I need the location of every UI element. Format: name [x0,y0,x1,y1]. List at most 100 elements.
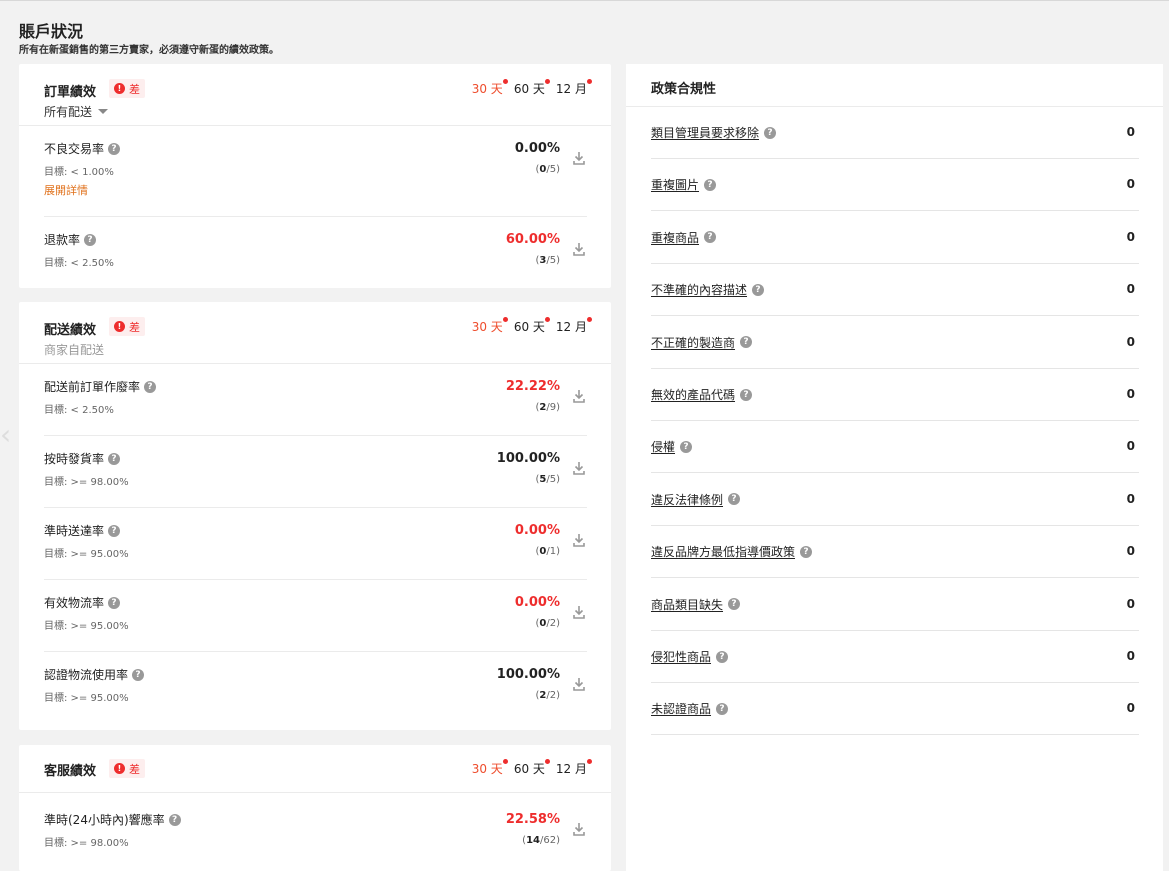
download-icon[interactable] [573,605,585,619]
notification-dot [502,79,508,84]
notification-dot [502,317,508,322]
exclamation-circle-icon: ! [114,763,125,774]
question-mark-circle-icon[interactable]: ? [716,650,729,663]
policy-name: 重複圖片? [651,176,717,193]
question-mark-circle-icon[interactable]: ? [728,598,741,611]
policy-count: 0 [1126,177,1135,192]
metric-value: 100.00% [496,667,560,682]
policy-link[interactable]: 重複圖片 [651,176,699,193]
metric-row: 認證物流使用率? 目標: >= 95.00% 100.00% (2/2) [44,652,587,724]
policy-name: 無效的產品代碼? [651,386,753,403]
metric-count: (0/5) [535,164,560,175]
shipping-performance-card: 配送績效 ! 差 商家自配送 30 天 60 天 12 月 配送前訂單作廢率? … [19,302,611,730]
download-icon[interactable] [573,677,585,691]
tab-12-months[interactable]: 12 月 [556,317,592,335]
policy-row: 商品類目缺失? 0 [651,579,1139,631]
tab-60-days[interactable]: 60 天 [513,317,550,335]
policy-name: 不準確的內容描述? [651,281,765,298]
download-icon[interactable] [573,389,585,403]
policy-count: 0 [1126,387,1135,401]
question-mark-circle-icon[interactable]: ? [132,668,145,681]
metric-value: 0.00% [514,141,560,156]
tab-60-days[interactable]: 60 天 [514,79,550,97]
question-mark-circle-icon[interactable]: ? [800,545,813,558]
metric-label: 準時(24小時內)響應率 [44,813,165,827]
fulfillment-scope: 商家自配送 [44,343,105,357]
policy-link[interactable]: 不準確的內容描述 [651,281,747,298]
policy-link[interactable]: 未認證商品 [651,700,711,717]
download-icon[interactable] [573,151,585,165]
policy-row: 類目管理員要求移除? 0 [651,107,1139,159]
metric-name: 準時送達率? [44,522,121,539]
question-mark-circle-icon[interactable]: ? [108,142,121,155]
metric-count: (2/9) [535,402,560,413]
question-mark-circle-icon[interactable]: ? [108,596,121,609]
tab-label: 60 天 [513,762,545,776]
card-header: 訂單績效 ! 差 所有配送 30 天 60 天 12 月 [19,64,611,126]
policy-name: 違反品牌方最低指導價政策? [651,543,813,560]
question-mark-circle-icon[interactable]: ? [168,813,181,826]
policy-link[interactable]: 重複商品 [651,229,699,246]
download-icon[interactable] [573,822,585,836]
count-denominator: /9 [546,402,557,413]
expand-details-link[interactable]: 展開詳情 [44,182,88,198]
question-mark-circle-icon[interactable]: ? [680,440,693,453]
question-mark-circle-icon[interactable]: ? [728,493,741,506]
notification-dot [544,79,550,84]
policy-count: 0 [1126,596,1135,611]
card-title: 訂單績效 [44,85,97,100]
tab-60-days[interactable]: 60 天 [513,759,550,777]
policy-link[interactable]: 侵權 [651,438,675,455]
download-icon[interactable] [573,242,585,256]
question-mark-circle-icon[interactable]: ? [144,380,157,393]
download-icon[interactable] [573,461,585,475]
page-title: 賬戶狀況 [19,22,84,41]
policy-row: 違反品牌方最低指導價政策? 0 [651,526,1139,579]
metric-name: 配送前訂單作廢率? [44,378,157,395]
question-mark-circle-icon[interactable]: ? [716,702,729,715]
metric-target: 目標: < 1.00% [44,167,114,178]
question-mark-circle-icon[interactable]: ? [764,126,777,139]
question-mark-circle-icon[interactable]: ? [740,388,753,401]
policy-count: 0 [1126,491,1135,506]
metric-target: 目標: >= 95.00% [44,693,129,704]
policy-row: 無效的產品代碼? 0 [651,369,1139,421]
tab-30-days[interactable]: 30 天 [472,79,508,97]
tab-30-days[interactable]: 30 天 [472,759,508,777]
question-mark-circle-icon[interactable]: ? [704,231,717,244]
question-mark-circle-icon[interactable]: ? [704,178,717,191]
tab-label: 60 天 [513,320,545,334]
policy-count: 0 [1126,544,1135,559]
policy-link[interactable]: 類目管理員要求移除 [651,124,759,141]
metric-name: 有效物流率? [44,594,121,611]
metric-target: 目標: >= 98.00% [44,838,129,849]
tab-30-days[interactable]: 30 天 [472,317,508,335]
scope-dropdown[interactable]: 所有配送 [44,103,109,120]
status-badge-label: 差 [129,82,140,96]
metric-count: (0/1) [535,546,560,557]
policy-link[interactable]: 違反品牌方最低指導價政策 [651,543,795,560]
question-mark-circle-icon[interactable]: ? [752,283,765,296]
download-icon[interactable] [573,533,585,547]
question-mark-circle-icon[interactable]: ? [84,233,97,246]
policy-link[interactable]: 無效的產品代碼 [651,386,735,403]
count-denominator: /5 [546,474,557,485]
question-mark-circle-icon[interactable]: ? [740,336,753,349]
question-mark-circle-icon[interactable]: ? [108,452,121,465]
policy-count: 0 [1126,649,1135,663]
policy-count: 0 [1126,334,1135,349]
tab-12-months[interactable]: 12 月 [556,79,592,97]
chevron-left-icon[interactable]: ‹ [0,420,14,450]
status-badge: ! 差 [109,759,145,778]
policy-link[interactable]: 侵犯性商品 [651,648,711,665]
policy-link[interactable]: 商品類目缺失 [651,596,723,613]
policy-link[interactable]: 違反法律條例 [651,491,723,508]
status-badge: ! 差 [109,317,145,336]
count-denominator: /5 [546,164,557,175]
policy-link[interactable]: 不正確的製造商 [651,334,735,351]
question-mark-circle-icon[interactable]: ? [108,524,121,537]
card-header: 配送績效 ! 差 商家自配送 30 天 60 天 12 月 [19,302,611,364]
top-divider [0,0,1169,1]
metric-target: 目標: < 2.50% [44,405,114,416]
tab-12-months[interactable]: 12 月 [556,759,592,777]
